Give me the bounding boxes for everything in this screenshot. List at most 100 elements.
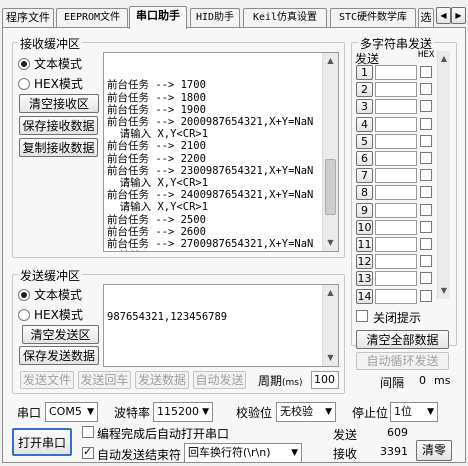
multi-hex-checkbox-13[interactable] <box>420 272 432 285</box>
tab-program-file[interactable]: 程序文件 <box>2 8 54 28</box>
end-char-select[interactable]: 回车换行符(\r\n) ▼ <box>184 443 302 463</box>
multi-send-button-10[interactable]: 10 <box>356 219 373 235</box>
multi-string-input-7[interactable] <box>375 168 417 184</box>
multi-string-input-5[interactable] <box>375 133 417 149</box>
baud-select[interactable]: 115200 ▼ <box>153 402 213 422</box>
scroll-up-icon[interactable]: ▲ <box>323 285 338 301</box>
multi-send-button-8[interactable]: 8 <box>356 185 373 201</box>
send-scrollbar[interactable]: ▲ ▼ <box>322 285 338 366</box>
multi-string-input-13[interactable] <box>375 271 417 287</box>
multi-send-button-7[interactable]: 7 <box>356 168 373 184</box>
multi-string-input-14[interactable] <box>375 288 417 304</box>
multi-hex-checkbox-4[interactable] <box>420 117 432 130</box>
multi-string-input-2[interactable] <box>375 82 417 98</box>
multi-hex-checkbox-8[interactable] <box>420 186 432 199</box>
parity-value: 无校验 <box>280 405 313 418</box>
open-port-button[interactable]: 打开串口 <box>12 428 72 456</box>
multi-send-button-6[interactable]: 6 <box>356 151 373 166</box>
multi-send-button-3[interactable]: 3 <box>356 99 373 115</box>
scroll-up-icon[interactable]: ▲ <box>323 53 338 69</box>
save-send-button[interactable]: 保存发送数据 <box>19 346 99 365</box>
multi-send-button-13[interactable]: 13 <box>356 271 373 287</box>
send-textarea[interactable]: 987654321,123456789 <box>103 284 339 367</box>
radio-dot <box>18 77 30 90</box>
tab-eeprom-file[interactable]: EEPROM文件 <box>56 8 128 28</box>
tab-bar: 程序文件 EEPROM文件 串口助手 HID助手 Keil仿真设置 STC硬件数… <box>0 6 468 29</box>
multi-hex-checkbox-1[interactable] <box>420 66 432 78</box>
sent-count-label: 发送 <box>333 428 358 442</box>
end-char-value: 回车换行符(\r\n) <box>188 446 271 459</box>
send-enter-button[interactable]: 发送回车 <box>78 371 131 389</box>
multi-hex-checkbox-12[interactable] <box>420 255 432 268</box>
multi-send-button-12[interactable]: 12 <box>356 254 373 270</box>
multi-string-input-6[interactable] <box>375 151 417 166</box>
save-receive-button[interactable]: 保存接收数据 <box>19 116 98 135</box>
tab-serial-assistant[interactable]: 串口助手 <box>129 6 187 29</box>
multi-send-button-11[interactable]: 11 <box>356 237 373 252</box>
tab-hid-assistant[interactable]: HID助手 <box>190 8 240 28</box>
multi-hex-checkbox-3[interactable] <box>420 100 432 113</box>
scroll-down-icon[interactable]: ▼ <box>438 283 450 299</box>
close-tip-checkbox[interactable] <box>356 310 368 322</box>
copy-receive-button[interactable]: 复制接收数据 <box>19 138 98 157</box>
receive-hex-mode-radio[interactable]: HEX模式 <box>18 75 83 92</box>
receive-scrollbar[interactable]: ▲ ▼ <box>322 53 338 251</box>
period-label: 周期(ms) <box>258 374 303 388</box>
clear-all-data-button[interactable]: 清空全部数据 <box>356 330 449 349</box>
multi-string-input-8[interactable] <box>375 185 417 201</box>
auto-loop-send-button[interactable]: 自动循环发送 <box>356 352 449 370</box>
scroll-thumb[interactable] <box>325 159 336 215</box>
multi-hex-checkbox-7[interactable] <box>420 169 432 182</box>
multi-hex-checkbox-11[interactable] <box>420 238 432 250</box>
stop-bits-value: 1位 <box>394 405 412 418</box>
multi-string-input-11[interactable] <box>375 237 417 252</box>
auto-open-checkbox[interactable] <box>82 426 94 438</box>
parity-select[interactable]: 无校验 ▼ <box>276 402 336 422</box>
port-select[interactable]: COM5 ▼ <box>45 402 98 422</box>
multi-send-button-14[interactable]: 14 <box>356 288 373 304</box>
multi-string-input-1[interactable] <box>375 65 417 80</box>
multi-hex-checkbox-2[interactable] <box>420 83 432 96</box>
multi-string-scrollbar[interactable]: ▲ ▼ <box>437 51 450 299</box>
tab-stc-math-lib[interactable]: STC硬件数学库 <box>330 8 416 28</box>
multi-hex-checkbox-9[interactable] <box>420 203 432 216</box>
auto-send-button[interactable]: 自动发送 <box>193 371 246 389</box>
multi-send-button-1[interactable]: 1 <box>356 65 373 80</box>
scroll-down-icon[interactable]: ▼ <box>323 235 338 251</box>
parity-label: 校验位 <box>236 406 273 420</box>
multi-string-input-12[interactable] <box>375 254 417 270</box>
multi-string-input-4[interactable] <box>375 116 417 132</box>
multi-hex-checkbox-14[interactable] <box>420 289 432 302</box>
auto-end-checkbox[interactable] <box>82 445 94 459</box>
multi-hex-checkbox-6[interactable] <box>420 152 432 164</box>
scroll-up-icon[interactable]: ▲ <box>438 51 450 67</box>
tab-keil-settings[interactable]: Keil仿真设置 <box>243 8 327 28</box>
send-text-mode-radio[interactable]: 文本模式 <box>18 286 82 303</box>
send-file-button[interactable]: 发送文件 <box>20 371 74 389</box>
interval-input[interactable]: 0 <box>405 373 429 391</box>
multi-string-input-3[interactable] <box>375 99 417 115</box>
multi-string-input-10[interactable] <box>375 219 417 235</box>
multi-hex-checkbox-5[interactable] <box>420 134 432 147</box>
send-hex-mode-radio[interactable]: HEX模式 <box>18 306 83 323</box>
multi-send-button-2[interactable]: 2 <box>356 82 373 98</box>
multi-hex-checkbox-10[interactable] <box>420 220 432 233</box>
multi-string-input-9[interactable] <box>375 202 417 218</box>
send-content: 987654321,123456789 <box>107 311 228 324</box>
send-data-button[interactable]: 发送数据 <box>135 371 189 389</box>
tab-scroll-left-button[interactable]: ◀ <box>436 7 451 24</box>
scroll-down-icon[interactable]: ▼ <box>323 350 338 366</box>
receive-text-mode-radio[interactable]: 文本模式 <box>18 55 82 72</box>
multi-send-button-9[interactable]: 9 <box>356 202 373 218</box>
tab-scroll-right-button[interactable]: ▶ <box>451 7 466 24</box>
multi-send-button-4[interactable]: 4 <box>356 116 373 132</box>
clear-count-button[interactable]: 清零 <box>416 440 452 461</box>
stop-bits-select[interactable]: 1位 ▼ <box>390 402 438 422</box>
clear-receive-button[interactable]: 清空接收区 <box>19 94 99 113</box>
clear-send-button[interactable]: 清空发送区 <box>22 325 99 344</box>
receive-textarea[interactable]: 前台任务 --> 1700 前台任务 --> 1800 前台任务 --> 190… <box>103 52 339 252</box>
tab-overflow[interactable]: 选 <box>418 8 434 28</box>
multi-send-button-5[interactable]: 5 <box>356 133 373 149</box>
auto-open-label: 编程完成后自动打开串口 <box>97 427 230 441</box>
period-input[interactable]: 100 <box>311 371 339 389</box>
